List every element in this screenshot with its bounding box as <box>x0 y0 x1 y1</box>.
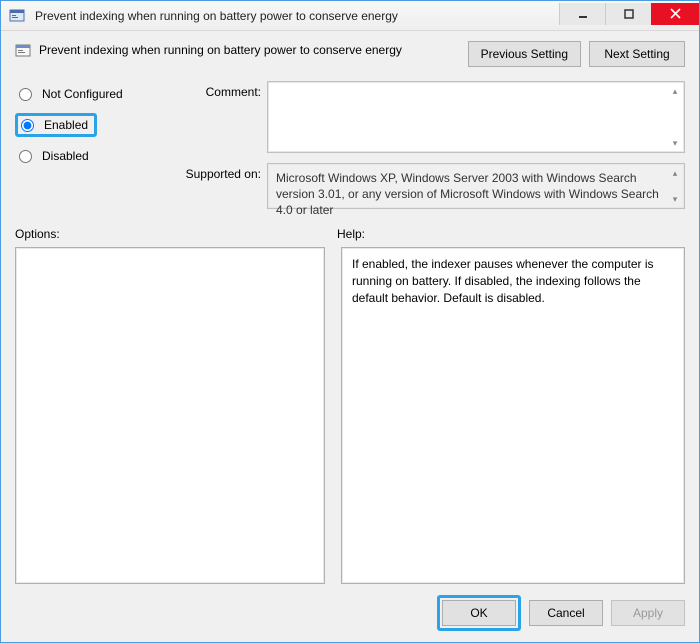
maximize-button[interactable] <box>605 3 651 25</box>
radio-not-configured-input[interactable] <box>19 88 32 101</box>
ok-button[interactable]: OK <box>442 600 516 626</box>
supported-on-value: Microsoft Windows XP, Windows Server 200… <box>276 171 659 217</box>
help-text: If enabled, the indexer pauses whenever … <box>352 257 654 305</box>
radio-disabled-label: Disabled <box>42 149 89 163</box>
help-pane: If enabled, the indexer pauses whenever … <box>341 247 685 584</box>
radio-enabled-input[interactable] <box>21 119 34 132</box>
scroll-up-icon: ▴ <box>668 84 682 98</box>
scroll-up-icon: ▴ <box>668 166 682 180</box>
close-button[interactable] <box>651 3 699 25</box>
comment-textarea[interactable]: ▴ ▾ <box>267 81 685 153</box>
next-setting-button[interactable]: Next Setting <box>589 41 685 67</box>
supported-scrollbar[interactable]: ▴ ▾ <box>668 166 682 206</box>
title-bar: Prevent indexing when running on battery… <box>1 1 699 31</box>
comment-label: Comment: <box>173 81 261 99</box>
radio-not-configured-label: Not Configured <box>42 87 123 101</box>
comment-scrollbar[interactable]: ▴ ▾ <box>668 84 682 150</box>
apply-button[interactable]: Apply <box>611 600 685 626</box>
window-controls <box>559 3 699 25</box>
radio-not-configured[interactable]: Not Configured <box>15 85 167 103</box>
scroll-down-icon: ▾ <box>668 192 682 206</box>
radio-disabled[interactable]: Disabled <box>15 147 167 165</box>
radio-enabled-label: Enabled <box>44 118 88 132</box>
policy-title: Prevent indexing when running on battery… <box>39 41 460 57</box>
supported-on-label: Supported on: <box>173 163 261 181</box>
previous-setting-button[interactable]: Previous Setting <box>468 41 581 67</box>
radio-disabled-input[interactable] <box>19 150 32 163</box>
minimize-button[interactable] <box>559 3 605 25</box>
app-icon <box>9 8 25 24</box>
policy-state-radios: Not Configured Enabled Disabled <box>15 81 167 165</box>
supported-on-text: Microsoft Windows XP, Windows Server 200… <box>267 163 685 209</box>
help-label: Help: <box>337 227 365 241</box>
cancel-button[interactable]: Cancel <box>529 600 603 626</box>
options-label: Options: <box>15 227 337 241</box>
scroll-down-icon: ▾ <box>668 136 682 150</box>
dialog-footer: OK Cancel Apply <box>15 584 685 630</box>
options-pane <box>15 247 325 584</box>
policy-icon <box>15 43 31 59</box>
radio-enabled[interactable]: Enabled <box>15 113 97 137</box>
window-title: Prevent indexing when running on battery… <box>35 9 398 23</box>
